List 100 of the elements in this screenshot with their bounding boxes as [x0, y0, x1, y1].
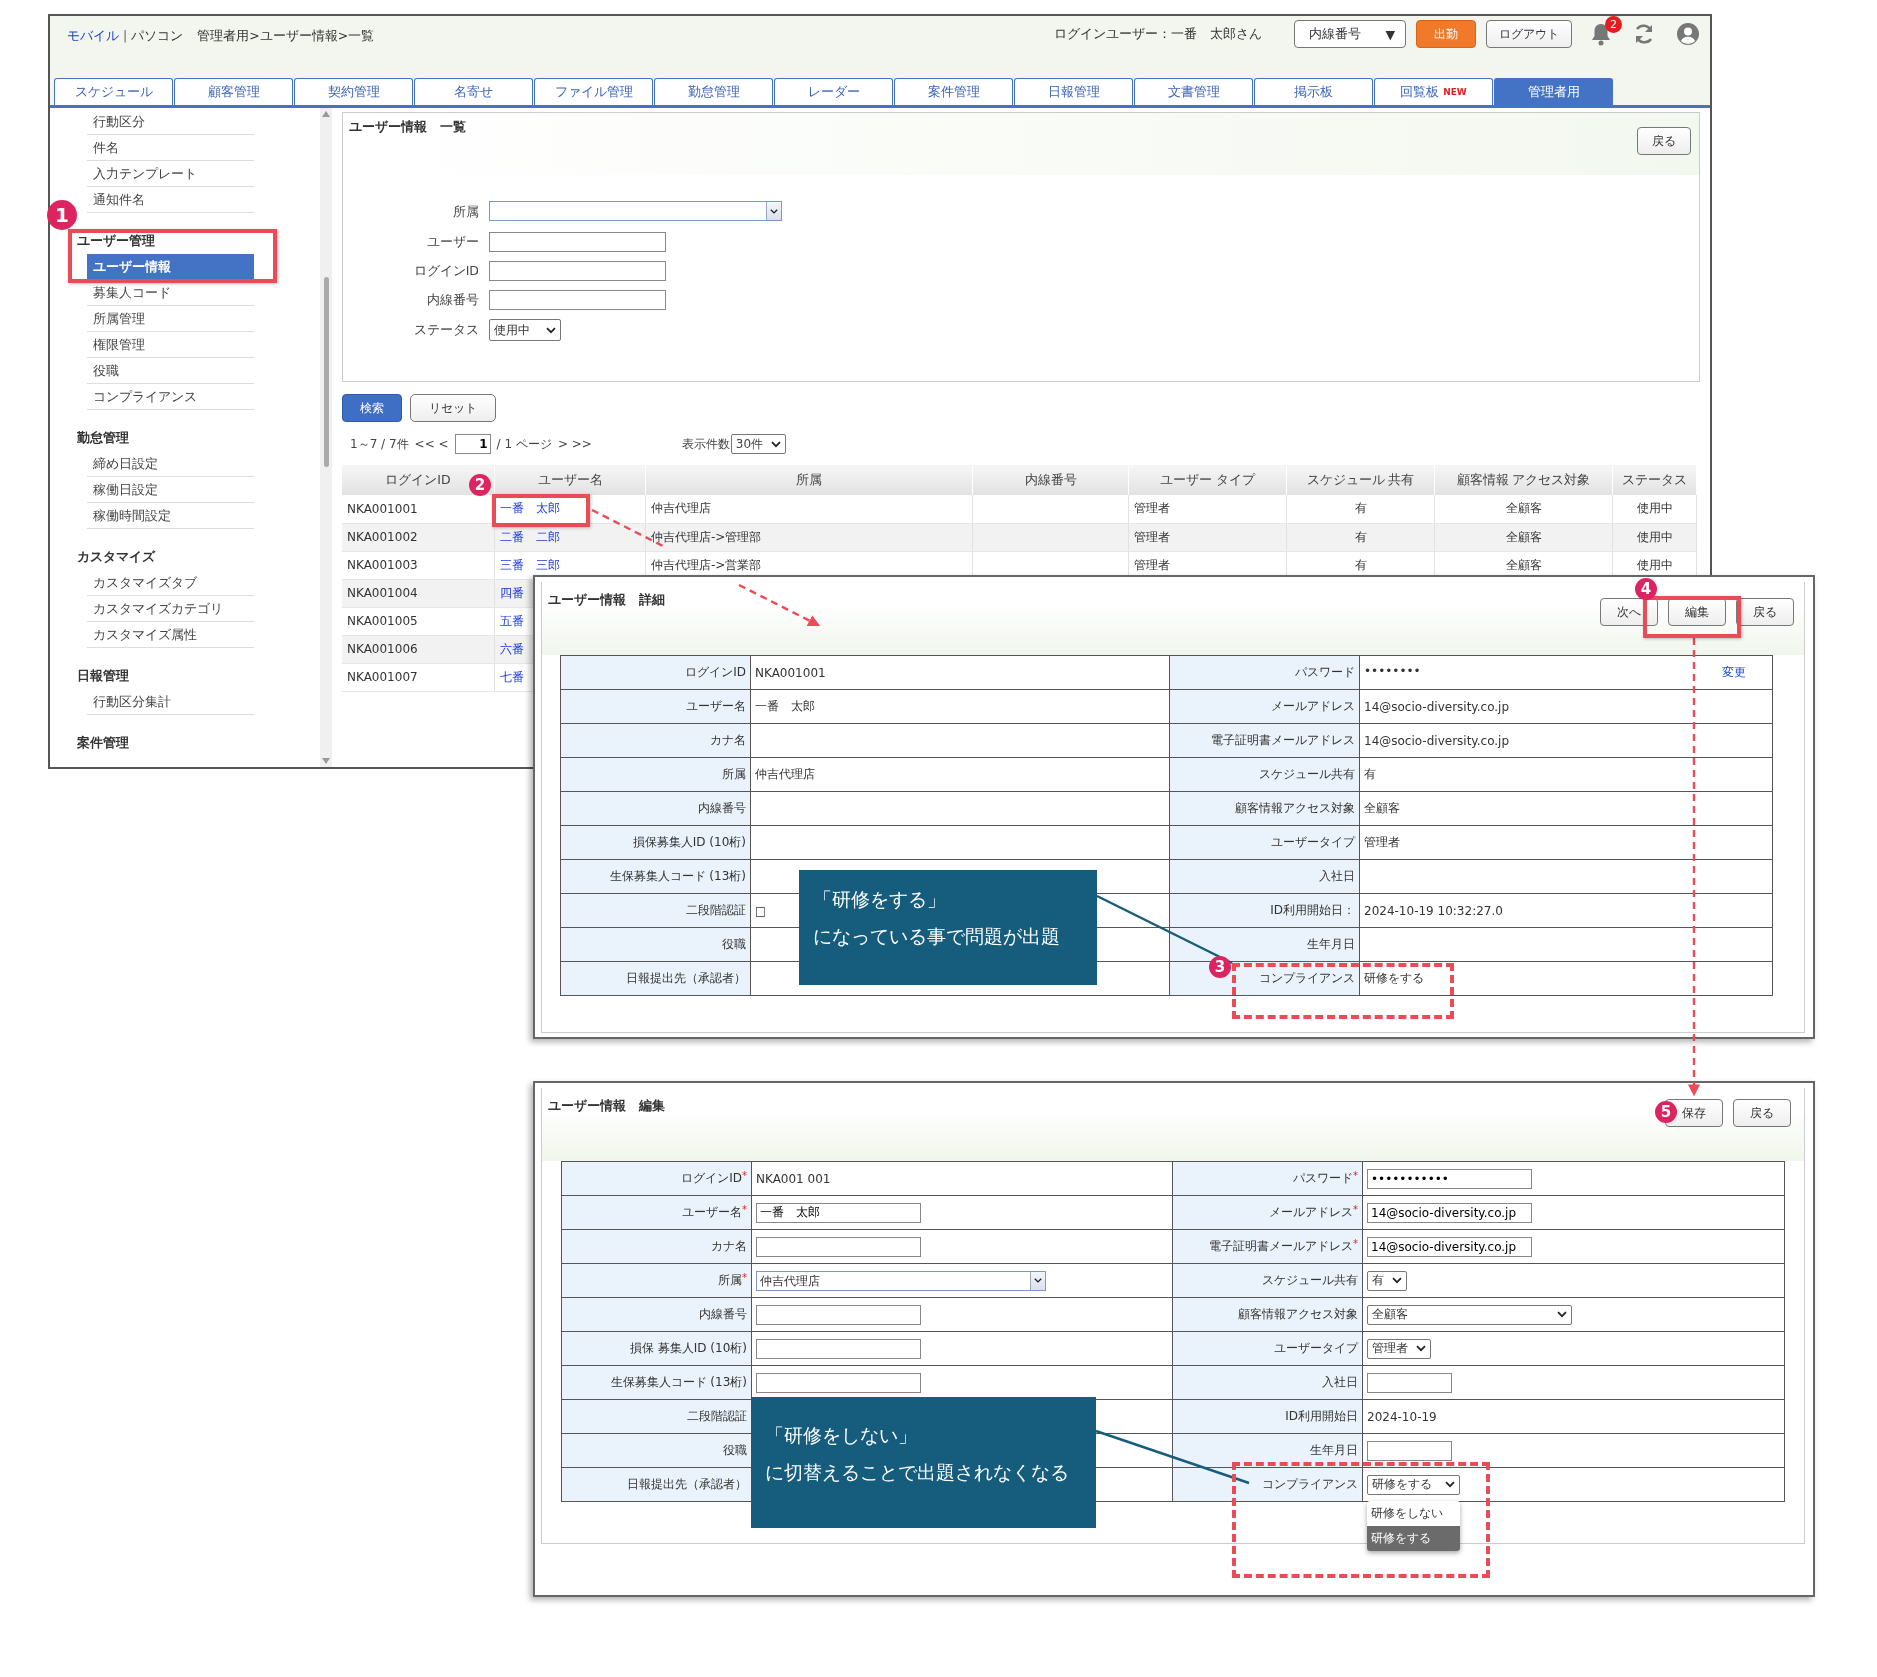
tab[interactable]: スケジュール — [54, 78, 173, 105]
input-field[interactable] — [756, 1304, 921, 1325]
sidebar-item[interactable]: コンプライアンス — [87, 384, 254, 410]
search-button[interactable]: 検索 — [342, 394, 402, 422]
field-label: 所属 — [718, 1273, 742, 1287]
change-link[interactable]: 変更 — [1722, 664, 1746, 681]
field-label: 所属 — [453, 203, 479, 221]
user-name-link[interactable]: 七番 — [500, 669, 524, 684]
table-cell: 管理者 — [1128, 495, 1287, 523]
dropdown[interactable]: 管理者 — [1367, 1338, 1431, 1359]
field-label: スケジュール共有 — [1172, 1263, 1363, 1298]
page-field[interactable]: 1 — [454, 434, 491, 454]
tab[interactable]: 掲示板 — [1254, 78, 1373, 105]
user-name-link[interactable]: 三番 三郎 — [500, 557, 560, 572]
sidebar-item[interactable]: カスタマイズタブ — [87, 570, 254, 596]
reset-button[interactable]: リセット — [410, 394, 496, 422]
input-field[interactable] — [489, 232, 666, 252]
input-field[interactable]: 14@socio-diversity.co.jp — [1367, 1202, 1532, 1223]
tab[interactable]: 案件管理 — [894, 78, 1013, 105]
input-field[interactable]: 14@socio-diversity.co.jp — [1367, 1236, 1532, 1257]
dropdown-option[interactable]: 研修をする — [1367, 1525, 1460, 1551]
required-mark: * — [742, 1204, 747, 1215]
page-total: / 1 ページ — [496, 435, 552, 453]
tab[interactable]: 回覧板 NEW — [1374, 78, 1493, 105]
input-field[interactable]: ••••••••••• — [1367, 1168, 1532, 1189]
sidebar-item[interactable]: 件名 — [87, 135, 254, 161]
sidebar-item[interactable]: 行動区分集計 — [87, 689, 254, 715]
action-button[interactable]: 次へ — [1600, 598, 1658, 626]
dropdown-option[interactable]: 研修をしない — [1367, 1500, 1460, 1526]
user-name-link[interactable]: 五番 — [500, 613, 524, 628]
field-label: 損保募集人ID (10桁) — [560, 825, 751, 860]
input-field[interactable] — [1367, 1372, 1452, 1393]
scrollbar[interactable] — [320, 108, 332, 767]
dropdown[interactable]: 研修をする — [1367, 1474, 1460, 1495]
table-cell: 使用中 — [1612, 523, 1697, 551]
input-field[interactable] — [489, 290, 666, 310]
combo-box[interactable]: 仲吉代理店 — [756, 1270, 1046, 1291]
sidebar-item[interactable]: カスタマイズ属性 — [87, 622, 254, 648]
sidebar-item[interactable]: 入力テンプレート — [87, 161, 254, 187]
sidebar-item[interactable]: 行動区分 — [87, 109, 254, 135]
user-name-link[interactable]: 一番 太郎 — [500, 501, 560, 516]
user-icon[interactable] — [1676, 22, 1700, 46]
input-field[interactable] — [756, 1372, 921, 1393]
sidebar-item[interactable]: 権限管理 — [87, 332, 254, 358]
dropdown[interactable]: 有 — [1367, 1270, 1407, 1291]
sidebar-item[interactable]: 役職 — [87, 358, 254, 384]
bell-icon[interactable] — [1590, 22, 1612, 46]
dropdown[interactable]: 使用中 — [489, 319, 561, 341]
field-label: ユーザータイプ — [1172, 1331, 1363, 1366]
scrollbar-thumb[interactable] — [323, 277, 329, 467]
tab[interactable]: 顧客管理 — [174, 78, 293, 105]
pager-link[interactable]: << < — [414, 437, 449, 451]
back-button[interactable]: 戻る — [1637, 127, 1691, 155]
sidebar-item[interactable]: 締め日設定 — [87, 451, 254, 477]
tab[interactable]: 文書管理 — [1134, 78, 1253, 105]
input-field[interactable] — [489, 261, 666, 281]
tab[interactable]: 管理者用 — [1494, 78, 1613, 105]
input-field[interactable] — [1367, 1440, 1452, 1461]
sidebar-heading: 日報管理 — [77, 667, 130, 685]
input-field[interactable] — [756, 1338, 921, 1359]
pager-link[interactable]: > >> — [557, 437, 592, 451]
dropdown[interactable]: 全顧客 — [1367, 1304, 1572, 1325]
sidebar-item[interactable]: 稼働時間設定 — [87, 503, 254, 529]
field-label: ユーザータイプ — [1169, 825, 1360, 860]
sidebar-item[interactable]: ユーザー情報 — [87, 254, 254, 280]
sidebar-item[interactable]: 通知件名 — [87, 187, 254, 213]
user-name-link[interactable]: 六番 — [500, 641, 524, 656]
tab[interactable]: 日報管理 — [1014, 78, 1133, 105]
combo-box[interactable] — [489, 201, 782, 221]
field-label: 所属 — [560, 757, 751, 792]
input-field[interactable] — [756, 1236, 921, 1257]
tab[interactable]: 勤怠管理 — [654, 78, 773, 105]
action-button[interactable]: 編集 — [1668, 598, 1726, 626]
scroll-up-icon[interactable] — [322, 111, 330, 117]
table-cell: NKA001002 — [342, 523, 495, 551]
sidebar-item[interactable]: 募集人コード — [87, 280, 254, 306]
user-name-link[interactable]: 四番 — [500, 585, 524, 600]
action-button[interactable]: 戻る — [1733, 1099, 1791, 1127]
input-field[interactable]: 一番 太郎 — [756, 1202, 921, 1223]
caret-icon — [1392, 1277, 1402, 1284]
tab[interactable]: レーダー — [774, 78, 893, 105]
caret-icon — [1445, 1481, 1455, 1488]
table-cell: 全顧客 — [1434, 523, 1613, 551]
field-label: 入社日 — [1172, 1365, 1363, 1400]
callout-text: 「研修をする」 — [813, 887, 947, 912]
sidebar-heading: ユーザー管理 — [77, 232, 156, 250]
tab[interactable]: 名寄せ — [414, 78, 533, 105]
sidebar-item[interactable]: 稼働日設定 — [87, 477, 254, 503]
extension-dropdown[interactable]: 内線番号 ▼ — [1294, 20, 1406, 48]
tab[interactable]: ファイル管理 — [534, 78, 653, 105]
required-mark: * — [742, 1272, 747, 1283]
field-label: 二段階認証 — [560, 893, 751, 928]
sidebar-item[interactable]: カスタマイズカテゴリ — [87, 596, 254, 622]
logout-button[interactable]: ログアウト — [1486, 20, 1572, 48]
tab[interactable]: 契約管理 — [294, 78, 413, 105]
page-size-dropdown[interactable]: 30件 — [730, 434, 787, 454]
sidebar-item[interactable]: 所属管理 — [87, 306, 254, 332]
field-label: ログインID — [681, 1171, 742, 1185]
scroll-down-icon[interactable] — [322, 758, 330, 764]
breadcrumb-link[interactable]: モバイル — [67, 28, 119, 45]
